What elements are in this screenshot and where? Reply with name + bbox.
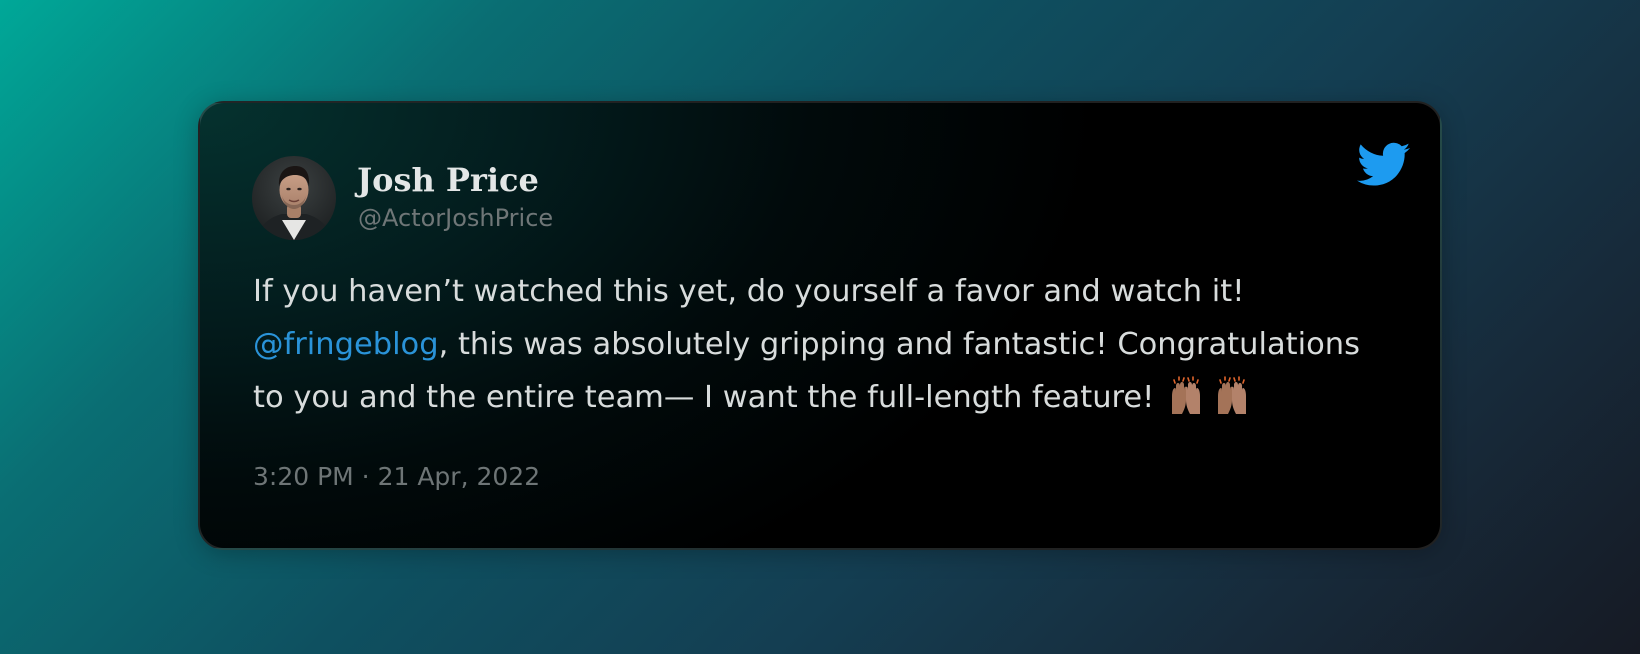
tweet-line-1: If you haven’t watched this yet, do your… <box>253 274 1245 309</box>
twitter-bird-icon[interactable] <box>1357 142 1411 188</box>
raising-hands-emoji-icon <box>1172 376 1201 414</box>
mention-link[interactable]: @fringeblog <box>253 327 439 362</box>
emoji-group <box>1160 372 1252 425</box>
tweet-line-3: to you and the entire team— I want the f… <box>253 371 1403 424</box>
tweet-line-2: @fringeblog, this was absolutely grippin… <box>253 318 1403 371</box>
avatar[interactable] <box>252 156 336 240</box>
tweet-line-3-text: to you and the entire team— I want the f… <box>253 380 1155 415</box>
author-name[interactable]: Josh Price <box>357 160 539 200</box>
profile-photo <box>252 156 336 240</box>
tweet-text: If you haven’t watched this yet, do your… <box>253 265 1403 424</box>
raising-hands-emoji-icon <box>1218 376 1247 414</box>
tweet-card: Josh Price @ActorJoshPrice If you haven’… <box>198 101 1442 550</box>
tweet-line-2-text: , this was absolutely gripping and fanta… <box>438 327 1360 362</box>
tweet-timestamp[interactable]: 3:20 PM · 21 Apr, 2022 <box>253 461 540 493</box>
author-handle[interactable]: @ActorJoshPrice <box>358 203 553 233</box>
